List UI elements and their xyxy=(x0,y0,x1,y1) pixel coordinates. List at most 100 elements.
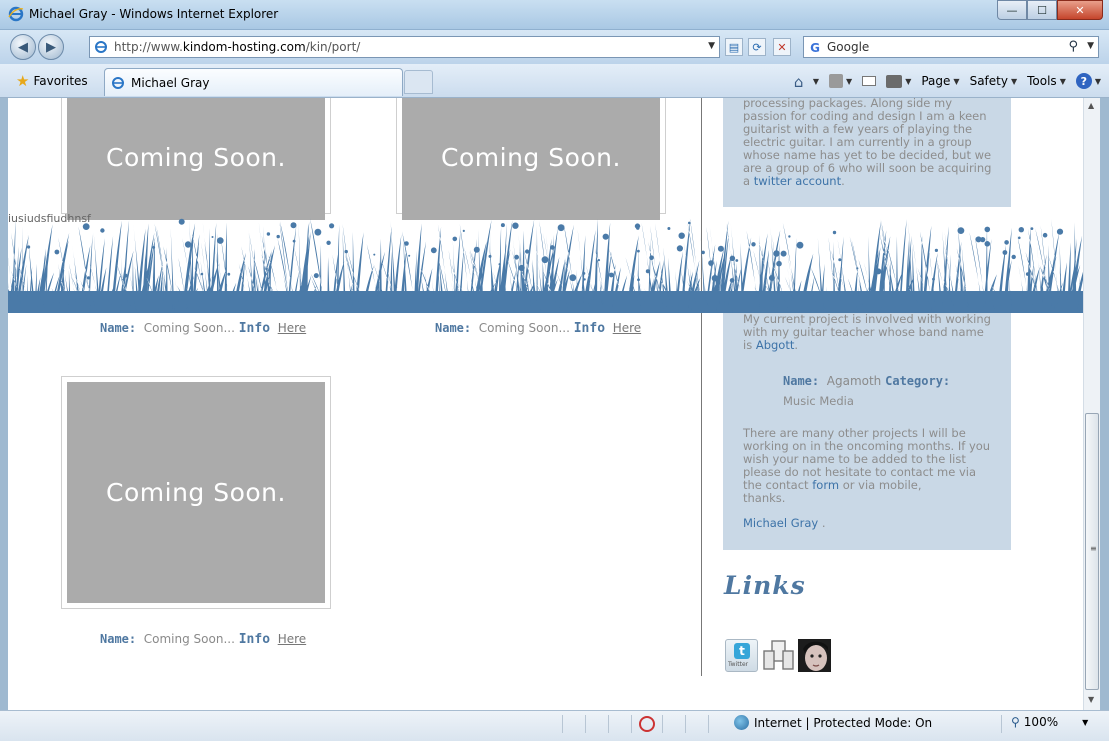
search-icon[interactable]: ⚲ xyxy=(1068,39,1078,54)
about-text: processing packages. Along side my passi… xyxy=(743,98,992,188)
address-url: http://www.kindom-hosting.com/kin/port/ xyxy=(114,40,361,54)
profile-avatar-link[interactable] xyxy=(798,639,831,672)
grip-icon: ≡ xyxy=(1090,544,1097,553)
tab-label: Michael Gray xyxy=(131,75,210,90)
back-button[interactable]: ◀ xyxy=(10,34,36,60)
abgott-link[interactable]: Abgott xyxy=(756,338,795,352)
twitter-account-link[interactable]: twitter account xyxy=(754,174,841,188)
contact-form-link[interactable]: form xyxy=(812,478,839,492)
grass-banner xyxy=(8,218,1083,313)
stop-button[interactable]: ✕ xyxy=(773,38,791,56)
project-meta: Name: Agamoth Category: xyxy=(783,374,950,388)
maximize-button[interactable]: ☐ xyxy=(1027,0,1057,20)
refresh-button[interactable]: ⟳ xyxy=(748,38,766,56)
tools-menu[interactable]: Tools ▼ xyxy=(1027,74,1066,88)
twitter-icon: t xyxy=(734,643,750,659)
favorites-label: Favorites xyxy=(33,74,88,88)
coming-soon-placeholder: Coming Soon. xyxy=(67,98,325,220)
tools-menu-label: Tools xyxy=(1027,74,1057,88)
column-divider xyxy=(701,98,702,676)
project-category-value: Music Media xyxy=(783,394,854,408)
read-mail-button[interactable] xyxy=(862,76,877,86)
popup-blocked-icon[interactable] xyxy=(639,716,655,732)
page-viewport: Coming Soon. Coming Soon. processing pac… xyxy=(8,98,1083,710)
here-link[interactable]: Here xyxy=(278,632,306,646)
other-projects-text: There are many other projects I will be … xyxy=(743,426,991,505)
twitter-link-icon[interactable]: t Twitter xyxy=(725,639,758,672)
name-value: Coming Soon... xyxy=(143,632,235,646)
tab-michael-gray[interactable]: Michael Gray xyxy=(104,68,403,96)
twitter-icon-caption: Twitter xyxy=(728,661,749,668)
here-link[interactable]: Here xyxy=(613,321,641,335)
home-icon: ⌂ xyxy=(793,73,804,91)
help-icon: ? xyxy=(1075,73,1092,89)
signature: Michael Gray . xyxy=(743,516,826,530)
compatibility-view-button[interactable]: ▤ xyxy=(725,38,743,56)
name-label: Name: xyxy=(100,321,137,335)
minimize-button[interactable]: — xyxy=(997,0,1027,20)
chevron-down-icon: ▼ xyxy=(812,76,820,86)
command-bar: ⌂ ▼ ▼ ▼ Page ▼ Safety ▼ Tools ▼ ? ▼ xyxy=(794,69,1101,93)
chevron-down-icon: ▼ xyxy=(905,76,912,86)
rss-icon xyxy=(829,74,844,88)
search-options-dropdown-icon[interactable]: ▼ xyxy=(1087,41,1094,51)
address-bar[interactable]: http://www.kindom-hosting.com/kin/port/ … xyxy=(89,36,720,58)
project-name-value: Agamoth xyxy=(826,374,882,388)
zoom-control[interactable]: ⚲ 100% ▼ xyxy=(1011,715,1088,729)
close-window-button[interactable]: ✕ xyxy=(1057,0,1103,20)
window-frame-right xyxy=(1100,98,1109,710)
chevron-down-icon: ▼ xyxy=(1059,76,1066,86)
feeds-button[interactable]: ▼ xyxy=(829,74,852,88)
status-separator xyxy=(708,715,709,733)
window-titlebar: Michael Gray - Windows Internet Explorer… xyxy=(0,0,1109,30)
home-button[interactable]: ⌂ ▼ xyxy=(793,73,820,91)
tab-toolbar: ★ Favorites Michael Gray ⌂ ▼ ▼ ▼ Page ▼ xyxy=(0,64,1109,98)
status-separator xyxy=(1001,715,1002,733)
portfolio-card: Coming Soon. xyxy=(61,376,331,609)
stray-text: iusiudsfiudhnsf xyxy=(8,212,91,225)
status-separator xyxy=(662,715,663,733)
search-placeholder: Google xyxy=(827,40,870,54)
address-toolbar: ◀ ▶ http://www.kindom-hosting.com/kin/po… xyxy=(0,30,1109,64)
vertical-scrollbar[interactable]: ▲ ≡ ▼ xyxy=(1083,98,1100,710)
zone-label: Internet | Protected Mode: On xyxy=(754,715,933,730)
forward-button[interactable]: ▶ xyxy=(38,34,64,60)
status-separator xyxy=(562,715,563,733)
name-label: Name: xyxy=(435,321,472,335)
project-category-label: Category: xyxy=(885,374,951,388)
chevron-down-icon: ▼ xyxy=(1082,717,1089,727)
info-label: Info xyxy=(238,632,271,647)
arrow-right-icon: ▶ xyxy=(46,39,56,55)
address-dropdown-icon[interactable]: ▼ xyxy=(708,41,715,51)
security-zone[interactable]: Internet | Protected Mode: On xyxy=(734,715,932,730)
favorites-button[interactable]: ★ Favorites xyxy=(8,68,101,94)
mail-icon xyxy=(862,76,877,86)
michael-gray-link[interactable]: Michael Gray xyxy=(743,516,818,530)
page-menu-label: Page xyxy=(921,74,951,88)
scrollbar-thumb[interactable]: ≡ xyxy=(1085,413,1099,690)
help-menu[interactable]: ? ▼ xyxy=(1075,73,1101,89)
scroll-down-icon[interactable]: ▼ xyxy=(1088,695,1094,704)
here-link[interactable]: Here xyxy=(278,321,306,335)
scroll-up-icon[interactable]: ▲ xyxy=(1088,101,1094,110)
safety-menu[interactable]: Safety ▼ xyxy=(970,74,1018,88)
chevron-down-icon: ▼ xyxy=(1094,76,1101,86)
project-name-label: Name: xyxy=(783,374,820,388)
google-icon: G xyxy=(807,40,823,56)
bebo-link-icon[interactable] xyxy=(762,639,795,672)
status-bar: Internet | Protected Mode: On ⚲ 100% ▼ xyxy=(0,710,1109,741)
safety-menu-label: Safety xyxy=(969,74,1008,88)
name-value: Coming Soon... xyxy=(143,321,235,335)
search-input[interactable]: G Google ⚲ ▼ xyxy=(803,36,1099,58)
window-title: Michael Gray - Windows Internet Explorer xyxy=(29,7,279,21)
globe-icon xyxy=(734,715,749,730)
project-text: My current project is involved with work… xyxy=(743,312,991,352)
new-tab-button[interactable] xyxy=(404,70,433,94)
page-icon xyxy=(95,41,107,53)
chevron-down-icon: ▼ xyxy=(846,76,853,86)
ie-page-icon xyxy=(112,76,124,89)
print-button[interactable]: ▼ xyxy=(886,74,912,88)
page-menu[interactable]: Page ▼ xyxy=(921,74,959,88)
portfolio-card: Coming Soon. xyxy=(61,98,331,220)
printer-icon xyxy=(886,74,903,88)
